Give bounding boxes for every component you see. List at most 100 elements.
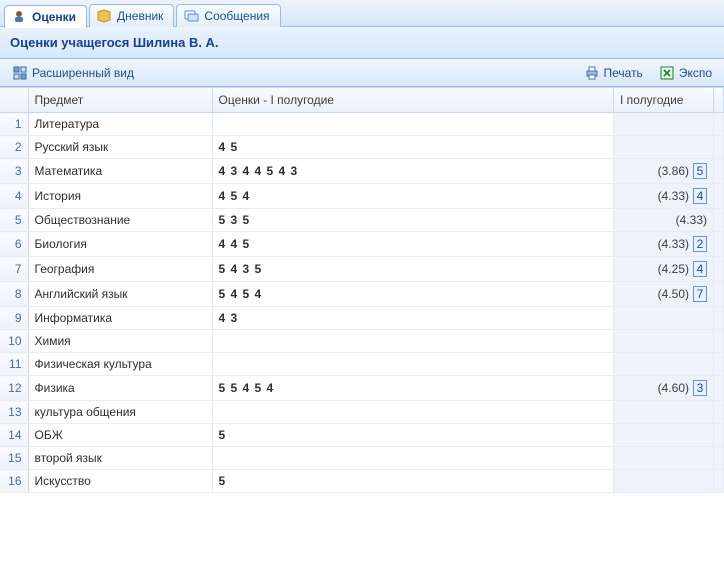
extra-cell: [714, 209, 724, 232]
avg-value: (4.60): [658, 381, 689, 395]
marks-cell: [212, 113, 614, 136]
subject-cell: Информатика: [28, 307, 212, 330]
export-button[interactable]: Экспо: [653, 62, 718, 84]
table-row[interactable]: 10Химия: [0, 330, 724, 353]
header-row: Предмет Оценки - I полугодие I полугодие: [0, 88, 724, 113]
extra-cell: [714, 353, 724, 376]
avg-cell: [614, 330, 714, 353]
row-number: 6: [0, 232, 28, 257]
table-row[interactable]: 1Литература: [0, 113, 724, 136]
subject-cell: Английский язык: [28, 282, 212, 307]
col-number[interactable]: [0, 88, 28, 113]
diary-icon: [96, 8, 112, 24]
avg-cell: (3.86) 5: [614, 159, 714, 184]
avg-cell: [614, 353, 714, 376]
marks-cell: 4 3: [212, 307, 614, 330]
subject-cell: Физическая культура: [28, 353, 212, 376]
marks-cell: [212, 330, 614, 353]
avg-cell: [614, 424, 714, 447]
period-grade-box[interactable]: 2: [693, 236, 707, 252]
extra-cell: [714, 330, 724, 353]
tab-diary[interactable]: Дневник: [89, 4, 174, 27]
tab-bar: Оценки Дневник Сообщения: [0, 0, 724, 27]
col-extra[interactable]: [714, 88, 724, 113]
avg-cell: (4.33) 2: [614, 232, 714, 257]
subject-cell: Искусство: [28, 470, 212, 493]
period-grade-box[interactable]: 7: [693, 286, 707, 302]
expanded-view-button[interactable]: Расширенный вид: [6, 62, 140, 84]
expand-icon: [12, 65, 28, 81]
row-number: 3: [0, 159, 28, 184]
table-row[interactable]: 6Биология4 4 5(4.33)2: [0, 232, 724, 257]
marks-cell: 5: [212, 424, 614, 447]
marks-cell: 4 5: [212, 136, 614, 159]
extra-cell: [714, 159, 724, 184]
avg-cell: [614, 447, 714, 470]
row-number: 16: [0, 470, 28, 493]
avg-value: (4.50): [658, 287, 689, 301]
avg-cell: [614, 113, 714, 136]
toolbar-label: Расширенный вид: [32, 66, 134, 80]
extra-cell: [714, 113, 724, 136]
export-excel-icon: [659, 65, 675, 81]
messages-icon: [183, 8, 199, 24]
printer-icon: [584, 65, 600, 81]
subject-cell: Обществознание: [28, 209, 212, 232]
marks-cell: 5: [212, 470, 614, 493]
row-number: 14: [0, 424, 28, 447]
table-row[interactable]: 14ОБЖ5: [0, 424, 724, 447]
toolbar-label: Экспо: [679, 66, 712, 80]
table-row[interactable]: 16Искусство5: [0, 470, 724, 493]
table-row[interactable]: 15второй язык: [0, 447, 724, 470]
table-row[interactable]: 9Информатика4 3: [0, 307, 724, 330]
period-grade-box[interactable]: 4: [693, 188, 707, 204]
subject-cell: ОБЖ: [28, 424, 212, 447]
table-row[interactable]: 11Физическая культура: [0, 353, 724, 376]
table-row[interactable]: 2Русский язык4 5: [0, 136, 724, 159]
extra-cell: [714, 307, 724, 330]
title-band: Оценки учащегося Шилина В. А.: [0, 27, 724, 59]
period-grade-box[interactable]: 3: [693, 380, 707, 396]
subject-cell: Биология: [28, 232, 212, 257]
table-row[interactable]: 3Математика4 3 4 4 5 4 3(3.86)5: [0, 159, 724, 184]
col-marks[interactable]: Оценки - I полугодие: [212, 88, 614, 113]
period-grade-box[interactable]: 4: [693, 261, 707, 277]
table-row[interactable]: 13культура общения: [0, 401, 724, 424]
subject-cell: Математика: [28, 159, 212, 184]
tab-grades[interactable]: Оценки: [4, 5, 87, 28]
page-title: Оценки учащегося Шилина В. А.: [10, 35, 219, 50]
avg-cell: [614, 136, 714, 159]
subject-cell: второй язык: [28, 447, 212, 470]
table-row[interactable]: 7География5 4 3 5(4.25)4: [0, 257, 724, 282]
row-number: 13: [0, 401, 28, 424]
row-number: 10: [0, 330, 28, 353]
marks-cell: [212, 447, 614, 470]
extra-cell: [714, 136, 724, 159]
col-avg1[interactable]: I полугодие: [614, 88, 714, 113]
print-button[interactable]: Печать: [578, 62, 649, 84]
avg-cell: (4.33) 4: [614, 184, 714, 209]
marks-cell: 5 4 5 4: [212, 282, 614, 307]
grades-icon: [11, 9, 27, 25]
table-row[interactable]: 12Физика5 5 4 5 4(4.60)3: [0, 376, 724, 401]
table-row[interactable]: 4История4 5 4(4.33)4: [0, 184, 724, 209]
avg-value: (4.33): [658, 237, 689, 251]
extra-cell: [714, 424, 724, 447]
tab-messages[interactable]: Сообщения: [176, 4, 280, 27]
period-grade-box[interactable]: 5: [693, 163, 707, 179]
extra-cell: [714, 401, 724, 424]
col-subject[interactable]: Предмет: [28, 88, 212, 113]
marks-cell: 4 5 4: [212, 184, 614, 209]
marks-cell: [212, 401, 614, 424]
extra-cell: [714, 232, 724, 257]
extra-cell: [714, 184, 724, 209]
avg-value: (3.86): [658, 164, 689, 178]
avg-cell: [614, 307, 714, 330]
table-row[interactable]: 8Английский язык5 4 5 4(4.50)7: [0, 282, 724, 307]
subject-cell: культура общения: [28, 401, 212, 424]
tab-label: Дневник: [117, 9, 163, 23]
extra-cell: [714, 257, 724, 282]
avg-value: (4.33): [658, 189, 689, 203]
table-row[interactable]: 5Обществознание5 3 5(4.33): [0, 209, 724, 232]
avg-cell: [614, 401, 714, 424]
